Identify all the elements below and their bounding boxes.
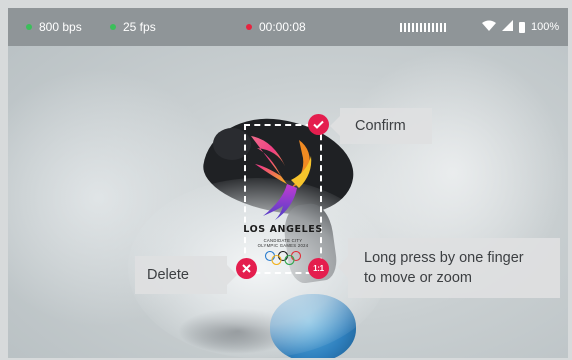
- confirm-tooltip: Confirm: [340, 108, 432, 144]
- framerate-text: 25 fps: [123, 20, 156, 34]
- battery-icon: [519, 21, 525, 33]
- confirm-button[interactable]: [308, 114, 329, 135]
- status-bar: 800 bps 25 fps 00:00:08 100%: [8, 8, 568, 46]
- olympic-rings-icon: [264, 251, 302, 265]
- record-dot: [246, 24, 252, 30]
- level-bars: [400, 23, 446, 32]
- sticker-selection-box[interactable]: LOS ANGELES CANDIDATE CITY OLYMPIC GAMES…: [243, 124, 323, 274]
- move-zoom-handle[interactable]: 1:1: [308, 258, 329, 279]
- battery-percent: 100%: [531, 21, 560, 33]
- zoom-ratio-label: 1:1: [313, 264, 324, 273]
- wifi-icon: [482, 20, 496, 34]
- delete-tooltip-text: Delete: [147, 267, 189, 283]
- sticker-subtitle: CANDIDATE CITY OLYMPIC GAMES 2024: [258, 238, 309, 248]
- confirm-tooltip-text: Confirm: [355, 118, 406, 134]
- bitrate-status-dot: [26, 24, 32, 30]
- confirm-tooltip-pointer: [330, 116, 340, 136]
- framerate-indicator: 25 fps: [110, 20, 156, 34]
- check-icon: [313, 120, 324, 129]
- delete-button[interactable]: [236, 258, 257, 279]
- recording-timer: 00:00:08: [246, 20, 306, 34]
- move-zoom-tooltip: Long press by one finger to move or zoom: [348, 238, 560, 298]
- la2024-logo: LOS ANGELES CANDIDATE CITY OLYMPIC GAMES…: [243, 126, 323, 272]
- move-zoom-tooltip-pointer: [338, 256, 348, 278]
- sticker-subtitle-line2: OLYMPIC GAMES 2024: [257, 243, 309, 248]
- bitrate-indicator: 800 bps: [26, 20, 82, 34]
- bitrate-text: 800 bps: [39, 20, 82, 34]
- sticker-title: LOS ANGELES: [243, 224, 323, 235]
- system-icons: 100%: [482, 20, 559, 34]
- framerate-status-dot: [110, 24, 116, 30]
- move-zoom-tooltip-line1: Long press by one finger: [364, 250, 524, 266]
- audio-level-meter: [400, 23, 446, 32]
- close-icon: [242, 264, 251, 273]
- delete-tooltip: Delete: [135, 256, 227, 294]
- phoenix-emblem: [251, 136, 312, 220]
- timer-text: 00:00:08: [259, 20, 306, 34]
- move-zoom-tooltip-line2: to move or zoom: [364, 270, 472, 286]
- cell-signal-icon: [502, 20, 513, 34]
